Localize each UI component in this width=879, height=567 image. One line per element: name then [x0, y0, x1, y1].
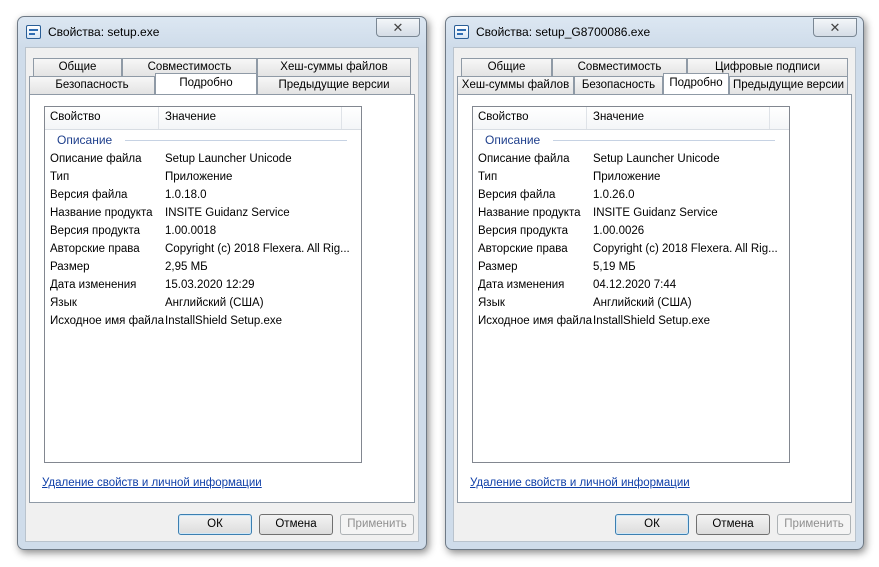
column-separator[interactable]	[769, 107, 770, 129]
tab-details[interactable]: Подробно	[663, 73, 729, 94]
property-value: 04.12.2020 7:44	[593, 279, 677, 291]
property-name: Тип	[478, 171, 498, 183]
column-header-value[interactable]: Значение	[593, 111, 644, 123]
property-value: 15.03.2020 12:29	[165, 279, 255, 291]
property-name: Размер	[50, 261, 90, 273]
column-header-value[interactable]: Значение	[165, 111, 216, 123]
title-bar[interactable]: Свойства: setup.exe ✕	[18, 17, 426, 47]
property-name: Исходное имя файла	[478, 315, 592, 327]
title-bar[interactable]: Свойства: setup_G8700086.exe ✕	[446, 17, 863, 47]
property-name: Описание файла	[478, 153, 570, 165]
property-value: Приложение	[593, 171, 661, 183]
close-button[interactable]: ✕	[376, 18, 420, 37]
app-window-icon	[454, 25, 469, 39]
property-value: INSITE Guidanz Service	[593, 207, 718, 219]
dialog-client-area: Общие Совместимость Хеш-суммы файлов Без…	[25, 47, 419, 542]
property-name: Язык	[478, 297, 505, 309]
column-header-property[interactable]: Свойство	[478, 111, 529, 123]
close-button[interactable]: ✕	[813, 18, 857, 37]
remove-properties-link[interactable]: Удаление свойств и личной информации	[470, 477, 690, 489]
column-separator[interactable]	[158, 107, 159, 129]
property-name: Версия файла	[478, 189, 556, 201]
group-divider	[553, 140, 775, 141]
tab-general[interactable]: Общие	[33, 58, 122, 76]
app-window-icon	[26, 25, 41, 39]
property-value: 5,19 МБ	[593, 261, 636, 273]
property-name: Исходное имя файла	[50, 315, 164, 327]
tab-previous-versions[interactable]: Предыдущие версии	[729, 76, 848, 94]
property-name: Версия файла	[50, 189, 128, 201]
group-divider	[125, 140, 347, 141]
property-value: 1.0.26.0	[593, 189, 635, 201]
property-name: Дата изменения	[478, 279, 565, 291]
property-value: Английский (США)	[593, 297, 692, 309]
column-header-property[interactable]: Свойство	[50, 111, 101, 123]
tab-file-hashes[interactable]: Хеш-суммы файлов	[457, 76, 574, 94]
column-separator[interactable]	[341, 107, 342, 129]
dialog-client-area: Общие Совместимость Цифровые подписи Хеш…	[453, 47, 856, 542]
property-name: Версия продукта	[50, 225, 140, 237]
ok-button[interactable]: ОК	[178, 514, 252, 535]
properties-list[interactable]: Свойство Значение Описание Описание файл…	[44, 106, 362, 463]
tab-previous-versions[interactable]: Предыдущие версии	[257, 76, 411, 94]
property-value: Приложение	[165, 171, 233, 183]
property-value: Английский (США)	[165, 297, 264, 309]
properties-dialog-setup: Свойства: setup.exe ✕ Общие Совместимост…	[17, 16, 427, 550]
properties-list[interactable]: Свойство Значение Описание Описание файл…	[472, 106, 790, 463]
dialog-title: Свойства: setup.exe	[48, 25, 160, 39]
details-panel: Свойство Значение Описание Описание файл…	[29, 94, 415, 503]
cancel-button[interactable]: Отмена	[696, 514, 770, 535]
properties-dialog-setup-g8700086: Свойства: setup_G8700086.exe ✕ Общие Сов…	[445, 16, 864, 550]
property-name: Тип	[50, 171, 70, 183]
apply-button[interactable]: Применить	[340, 514, 414, 535]
tab-security[interactable]: Безопасность	[29, 76, 155, 94]
property-name: Название продукта	[50, 207, 153, 219]
property-name: Версия продукта	[478, 225, 568, 237]
tab-details[interactable]: Подробно	[155, 73, 257, 94]
property-value: Copyright (c) 2018 Flexera. All Rig...	[165, 243, 350, 255]
property-name: Язык	[50, 297, 77, 309]
tab-security[interactable]: Безопасность	[574, 76, 663, 94]
remove-properties-link[interactable]: Удаление свойств и личной информации	[42, 477, 262, 489]
property-value: InstallShield Setup.exe	[593, 315, 710, 327]
property-name: Описание файла	[50, 153, 142, 165]
details-panel: Свойство Значение Описание Описание файл…	[457, 94, 852, 503]
list-header: Свойство Значение	[473, 107, 789, 130]
property-value: 1.00.0026	[593, 225, 645, 237]
property-value: 1.0.18.0	[165, 189, 207, 201]
tab-file-hashes[interactable]: Хеш-суммы файлов	[257, 58, 411, 76]
property-value: INSITE Guidanz Service	[165, 207, 290, 219]
group-header-description: Описание	[57, 133, 113, 147]
list-header: Свойство Значение	[45, 107, 361, 130]
property-name: Авторские права	[478, 243, 568, 255]
property-value: 2,95 МБ	[165, 261, 208, 273]
property-value: Setup Launcher Unicode	[165, 153, 292, 165]
tab-general[interactable]: Общие	[461, 58, 552, 76]
apply-button[interactable]: Применить	[777, 514, 851, 535]
property-name: Размер	[478, 261, 518, 273]
property-name: Название продукта	[478, 207, 581, 219]
column-separator[interactable]	[586, 107, 587, 129]
property-name: Дата изменения	[50, 279, 137, 291]
property-value: 1.00.0018	[165, 225, 217, 237]
property-value: Setup Launcher Unicode	[593, 153, 720, 165]
group-header-description: Описание	[485, 133, 541, 147]
cancel-button[interactable]: Отмена	[259, 514, 333, 535]
ok-button[interactable]: ОК	[615, 514, 689, 535]
property-value: Copyright (c) 2018 Flexera. All Rig...	[593, 243, 778, 255]
dialog-title: Свойства: setup_G8700086.exe	[476, 25, 651, 39]
property-name: Авторские права	[50, 243, 140, 255]
property-value: InstallShield Setup.exe	[165, 315, 282, 327]
